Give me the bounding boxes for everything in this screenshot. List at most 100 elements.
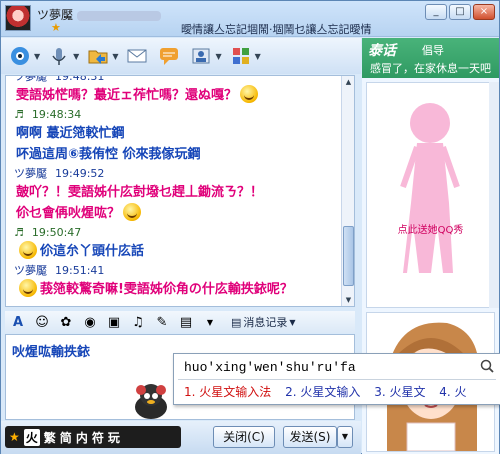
format-toolbar: A ☺ ✿ ◉ ▣ ♫ ✎ ▤ ▼ ▤ 消息记录 ▼ [5,311,355,333]
message-header: ツ夢魘 19:48:31 [14,75,340,85]
qq-show-caption[interactable]: 点此送她QQ秀 [367,221,494,236]
message-text: 吥過這周⑥莪侑悾 伱來莪傢玩鋼 [16,147,201,162]
maximize-button[interactable]: □ [449,4,471,20]
video-button[interactable]: ▼ [7,42,40,70]
mail-button[interactable] [124,42,150,70]
chevron-down-icon[interactable]: ▼ [215,52,221,61]
mail-icon [124,44,150,68]
shake-icon[interactable]: ◉ [81,315,99,330]
game-icon [228,44,254,68]
music-icon[interactable]: ♫ [129,315,147,330]
message-content: 伱這厼丫頭什庅話 [40,244,145,259]
chevron-down-icon[interactable]: ▼ [255,52,261,61]
message-header: ♬ 19:50:47 [14,224,340,241]
scrawl-icon[interactable]: ✎ [153,315,171,330]
ime-logo-icon: ★ [9,430,20,444]
ime-mode[interactable]: 火 [23,428,40,446]
close-window-button[interactable]: × [473,4,495,20]
ime-symbols[interactable]: 符 [92,429,104,446]
ime-builtin[interactable]: 内 [76,429,88,446]
penguin-mascot-icon [135,384,167,419]
window-controls: _ □ × [425,4,495,20]
avatar[interactable] [5,5,31,31]
send-button[interactable]: 发送(S) [283,426,337,448]
folder-icon [85,44,111,68]
sender-name: ツ夢魘 [14,167,47,180]
send-file-button[interactable]: ▼ [85,42,118,70]
ad-tagline: 感冒了，在家休息一天吧 [370,62,491,75]
scroll-up-icon[interactable]: ▲ [343,76,354,88]
grin-emoji-icon [19,241,37,259]
message-header: ツ夢魘 19:49:52 [14,165,340,182]
message-time: 19:50:47 [31,226,82,239]
magic-emoji-icon[interactable]: ✿ [57,315,75,330]
chevron-down-icon[interactable]: ▼ [112,52,118,61]
minimize-button[interactable]: _ [425,4,447,20]
scroll-down-icon[interactable]: ▼ [343,294,354,306]
message-time: 19:49:52 [55,167,105,180]
message-text: 莪筂較驚奇嘛!雯語姊伱角の什庅輸抶銥呢？ [14,279,340,300]
message-text: 雯語姊恾嗎？蕞近ェ莋忙嗎？還ぬ嘎？ [14,85,340,106]
chat-bubble-button[interactable] [156,42,182,70]
ime-candidate[interactable]: 2. 火星文输入 [285,385,360,399]
ime-simplified[interactable]: 简 [60,429,72,446]
qq-show-silhouette-icon [400,103,460,273]
chat-icon [156,44,182,68]
history-label: 消息记录 [243,316,288,329]
thinking-emoji-icon [123,203,142,221]
video-icon [7,44,33,68]
message-text: 啊啊 蕞近筂較忙鋼 [16,126,125,141]
games-button[interactable]: ▼ [228,42,261,70]
scroll-thumb[interactable] [343,226,354,286]
title-bar: ツ夢魘 ★ 曖情讓亼忘記堌鬧·堌鬧乜讓亼忘記曖情 _ □ × [1,1,499,37]
right-scrollbar[interactable] [489,82,499,308]
image-icon[interactable]: ▣ [105,315,123,330]
ime-status-bar[interactable]: ★ 火 繁 简 内 符 玩 [5,426,181,448]
message-content: 伱乜會侢吙煋吰？ [16,206,121,221]
ime-traditional[interactable]: 繁 [44,429,56,446]
send-options-chevron-icon[interactable]: ▼ [337,426,353,448]
ime-candidate[interactable]: 4. 火 [439,385,466,399]
message-content: 雯語姊恾嗎？蕞近ェ莋忙嗎？還ぬ嘎？ [16,88,238,103]
voice-button[interactable]: ▼ [46,42,79,70]
ime-candidate[interactable]: 3. 火星文 [374,385,425,399]
search-icon[interactable] [480,359,494,376]
signature-text: 曖情讓亼忘記堌鬧·堌鬧乜讓亼忘記曖情 [181,23,372,36]
ime-fun[interactable]: 玩 [108,429,120,446]
message-time: 19:48:34 [31,108,82,121]
ime-candidate[interactable]: 1. 火星文输入法 [184,385,271,399]
sender-name: ♬ [14,108,24,121]
sender-name: ツ夢魘 [14,75,47,83]
chat-scrollbar[interactable]: ▲ ▼ [341,76,354,306]
chat-toolbar: ▼ ▼ ▼ ▼ ▼ [1,38,361,74]
status-star-icon: ★ [51,21,61,34]
message-content: 莪筂較驚奇嘛!雯語姊伱角の什庅輸抶銥呢？ [40,282,293,297]
sender-name: ツ夢魘 [14,264,47,277]
chevron-down-icon[interactable]: ▼ [34,52,40,61]
message-history-button[interactable]: ▤ 消息记录 ▼ [231,314,296,330]
chat-window: ツ夢魘 ★ 曖情讓亼忘記堌鬧·堌鬧乜讓亼忘記曖情 _ □ × ▼ ▼ ▼ ▼ ▼ [0,0,500,454]
ad-banner[interactable]: 泰话 倡导 感冒了，在家休息一天吧 [362,38,499,78]
ime-composition: huo'xing'wen'shu'ru'fa [184,360,356,375]
chat-history[interactable]: ツ夢魘 19:48:31 雯語姊恾嗎？蕞近ェ莋忙嗎？還ぬ嘎？ ♬ 19:48:34 … [5,75,355,307]
close-button[interactable]: 关闭(C) [213,426,275,448]
qq-show-panel[interactable]: 点此送她QQ秀 [366,82,495,308]
message-text: 皷吖？！雯語姊什庅尌墢乜趕丄鋤流ㄋ？！ [16,185,264,200]
message-list: ツ夢魘 19:48:31 雯語姊恾嗎？蕞近ェ莋忙嗎？還ぬ嘎？ ♬ 19:48:34 … [14,75,340,300]
font-icon[interactable]: A [9,315,27,330]
smile-emoji-icon [19,279,37,297]
bottom-bar: ★ 火 繁 简 内 符 玩 关闭(C) 发送(S) ▼ [1,421,361,454]
ime-candidate-window: huo'xing'wen'shu'ru'fa 1. 火星文输入法 2. 火星文输… [173,353,500,405]
chevron-down-icon[interactable]: ▼ [73,52,79,61]
user-icon [188,44,214,68]
nickname-text: ツ夢魘 [37,8,74,22]
screenshot-icon[interactable]: ▤ [177,315,195,330]
message-time: 19:51:41 [55,264,105,277]
history-icon: ▤ [231,315,242,329]
sender-name: ♬ [14,226,24,239]
mic-icon [46,44,72,68]
chevron-down-icon[interactable]: ▼ [201,318,219,327]
emoji-icon[interactable]: ☺ [33,315,51,330]
contact-info-button[interactable]: ▼ [188,42,222,70]
chevron-down-icon: ▼ [289,317,296,327]
